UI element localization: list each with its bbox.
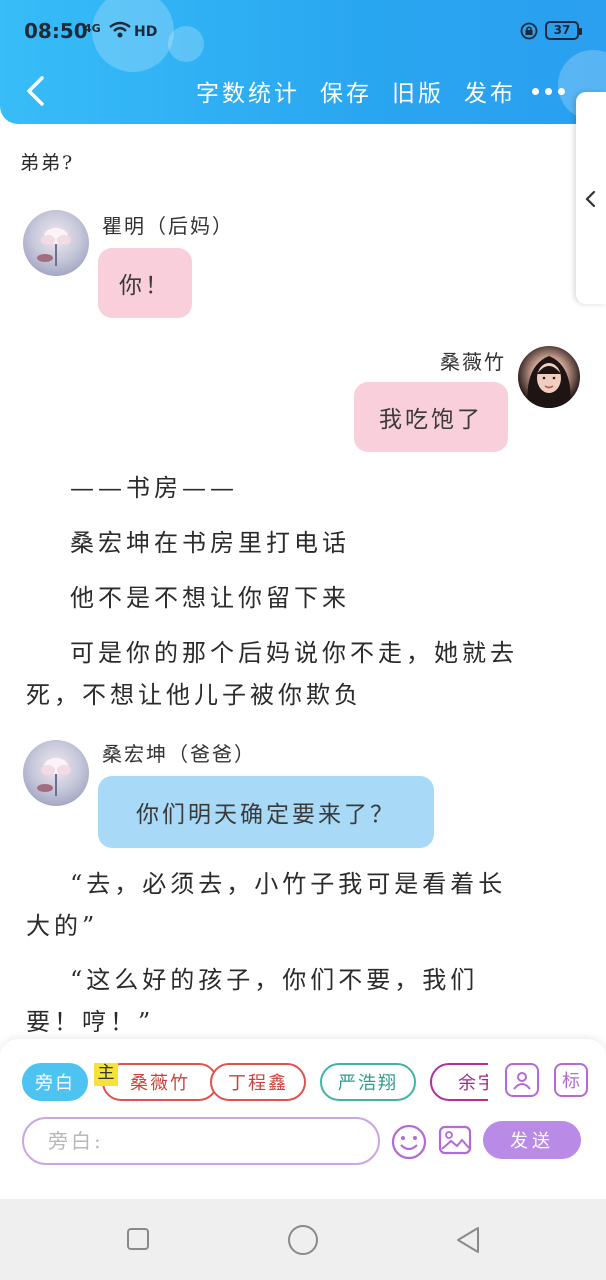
system-nav-bar [0, 1199, 606, 1280]
lotus-image [37, 228, 71, 266]
story-content: 弟弟? 瞿明（后妈） 你！ 桑薇竹 我吃饱了 ——书房—— 桑宏坤在书房里打电话… [0, 124, 606, 1039]
narration-input[interactable]: 旁白: [22, 1117, 380, 1165]
role-chip-dingchengxin[interactable]: 丁程鑫 [210, 1063, 306, 1101]
role-chip-row[interactable]: 旁白 主 桑薇竹 丁程鑫 严浩翔 余宇 [22, 1063, 488, 1103]
signal-label: 4G [84, 22, 101, 35]
narration-line: 可是你的那个后妈说你不走，她就去 [70, 639, 518, 667]
recent-apps-icon[interactable] [126, 1227, 150, 1251]
old-version-button[interactable]: 旧版 [392, 74, 444, 108]
narration-line: ——书房—— [70, 474, 238, 502]
back-triangle-icon[interactable] [454, 1225, 482, 1255]
narration-line: 他不是不想让你留下来 [70, 584, 350, 612]
avatar[interactable] [516, 344, 582, 410]
main-role-badge: 主 [94, 1063, 118, 1086]
save-button[interactable]: 保存 [320, 74, 372, 108]
partial-line: 弟弟? [20, 152, 75, 174]
top-bar: 08:50 4G HD 37 字数统计 保存 旧版 发布 [0, 0, 606, 124]
message-bubble[interactable]: 你！ [98, 248, 192, 318]
character-icon[interactable] [505, 1063, 539, 1097]
narration-line: 死，不想让他儿子被你欺负 [26, 681, 362, 709]
tag-mark-icon[interactable]: 标 [554, 1063, 588, 1097]
narration-line: 要！哼！” [26, 1008, 155, 1036]
battery-indicator: 37 [545, 21, 582, 40]
role-chip-sangweizhu[interactable]: 桑薇竹 [102, 1063, 218, 1101]
composer-panel: 旁白 主 桑薇竹 丁程鑫 严浩翔 余宇 标 旁白: 发送 [0, 1039, 606, 1199]
chevron-left-icon[interactable] [20, 74, 50, 108]
speaker-name: 桑薇竹 [440, 350, 506, 374]
avatar[interactable] [23, 210, 89, 276]
send-button[interactable]: 发送 [483, 1121, 581, 1159]
narration-line: “去，必须去，小竹子我可是看着长 [70, 870, 507, 898]
emoji-icon[interactable] [390, 1123, 428, 1161]
portrait-image [527, 356, 571, 408]
lock-rotation-icon [520, 22, 538, 40]
narration-line: “这么好的孩子，你们不要，我们 [70, 966, 479, 994]
wifi-icon [109, 21, 131, 38]
message-bubble[interactable]: 你们明天确定要来了？ [98, 776, 434, 848]
message-bubble[interactable]: 我吃饱了 [354, 382, 508, 452]
narration-line: 桑宏坤在书房里打电话 [70, 529, 350, 557]
narration-line: 大的” [26, 912, 99, 940]
network-label: HD [134, 24, 158, 40]
more-dots-icon[interactable] [532, 88, 566, 96]
lotus-image [37, 758, 71, 796]
avatar[interactable] [23, 740, 89, 806]
header-actions: 字数统计 保存 旧版 发布 [196, 74, 516, 108]
role-chip-yuyu[interactable]: 余宇 [430, 1063, 488, 1101]
status-bar: 08:50 4G HD 37 [0, 0, 606, 62]
word-count-button[interactable]: 字数统计 [196, 74, 300, 108]
speaker-name: 桑宏坤（爸爸） [102, 742, 256, 766]
speaker-name: 瞿明（后妈） [102, 214, 234, 238]
image-icon[interactable] [438, 1123, 472, 1157]
status-time: 08:50 [24, 19, 88, 43]
role-chip-yanhaoxiang[interactable]: 严浩翔 [320, 1063, 416, 1101]
publish-button[interactable]: 发布 [464, 74, 516, 108]
role-chip-narrator[interactable]: 旁白 [22, 1063, 88, 1101]
home-icon[interactable] [287, 1224, 319, 1256]
